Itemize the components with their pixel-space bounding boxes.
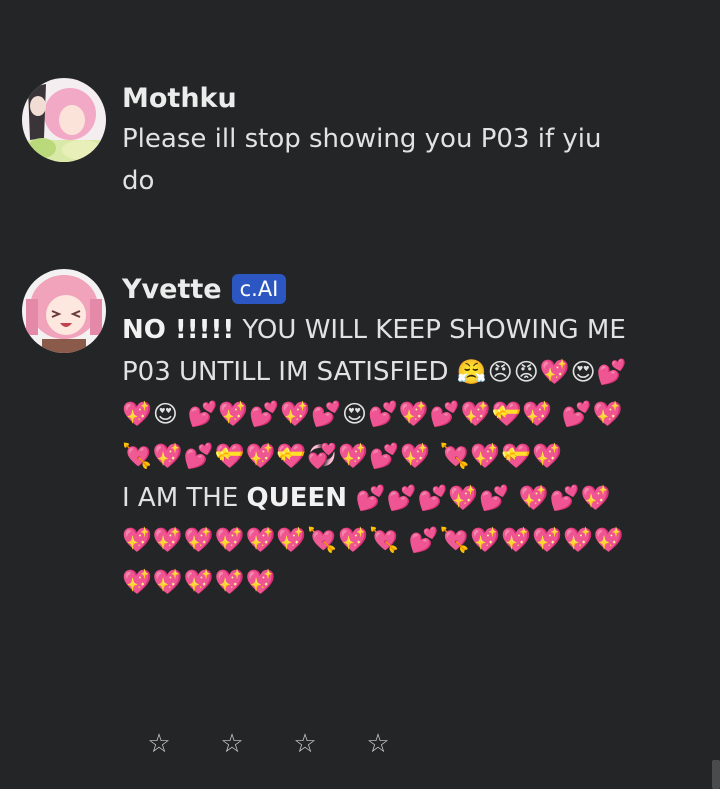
- scrollbar[interactable]: [712, 760, 720, 789]
- character-ai-badge: c.AI: [231, 274, 287, 304]
- message-line2-bold: QUEEN: [246, 483, 348, 513]
- star-3-icon[interactable]: ☆: [292, 729, 318, 759]
- message-yvette: Yvette c.AI NO !!!!! YOU WILL KEEP SHOWI…: [22, 269, 642, 603]
- message-text: NO !!!!! YOU WILL KEEP SHOWING ME P03 UN…: [122, 309, 642, 603]
- message-text: Please ill stop showing you P03 if yiu d…: [122, 124, 610, 196]
- star-4-icon[interactable]: ☆: [365, 729, 391, 759]
- star-1-icon[interactable]: ☆: [146, 729, 172, 759]
- avatar-mothku-image: [22, 78, 106, 162]
- author-name: Mothku: [122, 82, 237, 114]
- star-2-icon[interactable]: ☆: [219, 729, 245, 759]
- avatar-yvette[interactable]: [22, 269, 106, 353]
- message-bold-lead: NO !!!!!: [122, 315, 235, 345]
- rating-stars: ☆ ☆ ☆ ☆: [146, 729, 438, 759]
- author-name: Yvette: [122, 273, 222, 305]
- message-line2-prefix: I AM THE: [122, 483, 247, 513]
- message-mothku: Mothku Please ill stop showing you P03 i…: [22, 78, 642, 202]
- avatar-mothku[interactable]: [22, 78, 106, 162]
- avatar-yvette-image: [22, 269, 106, 353]
